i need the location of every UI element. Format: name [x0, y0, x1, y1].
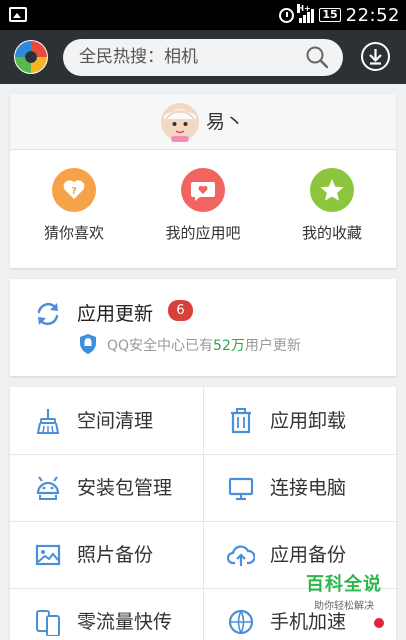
broom-icon	[36, 409, 60, 434]
tool-label: 照片备份	[77, 544, 154, 566]
tool-connect-pc[interactable]: 连接电脑	[203, 454, 396, 522]
profile-card: 易丶 ? 猜你喜欢 我的应用吧 我的收藏	[10, 94, 396, 268]
tool-label: 连接电脑	[270, 477, 347, 499]
watermark-subtitle: 助你轻松解决	[314, 601, 374, 612]
phone-transfer-icon	[36, 610, 60, 636]
status-bar: H+ 15 22:52	[0, 0, 406, 30]
username: 易丶	[206, 111, 245, 133]
profile-header[interactable]: 易丶	[10, 94, 396, 150]
network-type: H+	[297, 4, 311, 13]
qq-security-shield-icon	[80, 334, 96, 354]
app-update-card[interactable]: 应用更新 6 QQ安全中心已有52万用户更新	[10, 279, 396, 376]
app-store-logo-icon[interactable]	[13, 39, 49, 75]
app-header: 全民热搜：相机	[0, 30, 406, 84]
question-icon: ?	[52, 168, 96, 212]
cloud-upload-icon	[227, 545, 255, 566]
tool-app-uninstall[interactable]: 应用卸载	[203, 387, 396, 455]
trash-icon	[231, 408, 251, 434]
tool-label: 应用卸载	[270, 410, 347, 432]
watermark-logo: 百科全说 助你轻松解决	[284, 570, 404, 614]
search-bar[interactable]: 全民热搜：相机	[63, 39, 343, 76]
star-icon	[310, 168, 354, 212]
quick-action-my-app-bar[interactable]: 我的应用吧	[139, 150, 267, 268]
alarm-icon	[279, 7, 295, 23]
tool-zero-data-transfer[interactable]: 零流量快传	[10, 588, 203, 640]
battery-level: 15	[319, 8, 341, 22]
quick-action-guess-you-like[interactable]: ? 猜你喜欢	[10, 150, 138, 268]
new-indicator-dot	[374, 618, 384, 628]
quick-action-label: 我的应用吧	[165, 224, 241, 242]
watermark-title: 百科全说	[306, 574, 382, 595]
download-manager-button[interactable]	[361, 42, 390, 71]
download-icon	[369, 49, 382, 65]
quick-action-label: 我的收藏	[301, 224, 362, 242]
image-notification-icon	[9, 7, 27, 22]
update-title: 应用更新	[77, 303, 154, 325]
monitor-icon	[228, 477, 254, 501]
tool-photo-backup[interactable]: 照片备份	[10, 521, 203, 589]
tool-package-manager[interactable]: 安装包管理	[10, 454, 203, 522]
clock: 22:52	[345, 4, 400, 26]
update-subtitle: QQ安全中心已有52万用户更新	[107, 335, 301, 355]
tool-label: 空间清理	[77, 410, 154, 432]
update-count-badge: 6	[168, 300, 193, 321]
photo-icon	[35, 544, 61, 566]
speed-icon	[228, 609, 254, 635]
search-input[interactable]: 全民热搜：相机	[79, 39, 198, 76]
update-user-count: 52万	[213, 338, 245, 354]
refresh-icon	[37, 302, 59, 326]
avatar[interactable]	[160, 102, 200, 142]
chat-heart-icon	[181, 168, 225, 212]
android-icon	[36, 476, 60, 500]
quick-action-my-favorites[interactable]: 我的收藏	[268, 150, 396, 268]
search-icon[interactable]	[305, 45, 329, 69]
tool-space-cleanup[interactable]: 空间清理	[10, 387, 203, 455]
update-sub-suffix: 用户更新	[244, 338, 301, 354]
tool-label: 零流量快传	[77, 611, 173, 633]
update-sub-prefix: QQ安全中心已有	[107, 338, 214, 354]
svg-text:?: ?	[71, 186, 77, 197]
tool-label: 安装包管理	[77, 477, 173, 499]
signal-icon: H+	[297, 4, 315, 23]
quick-action-label: 猜你喜欢	[43, 224, 104, 242]
